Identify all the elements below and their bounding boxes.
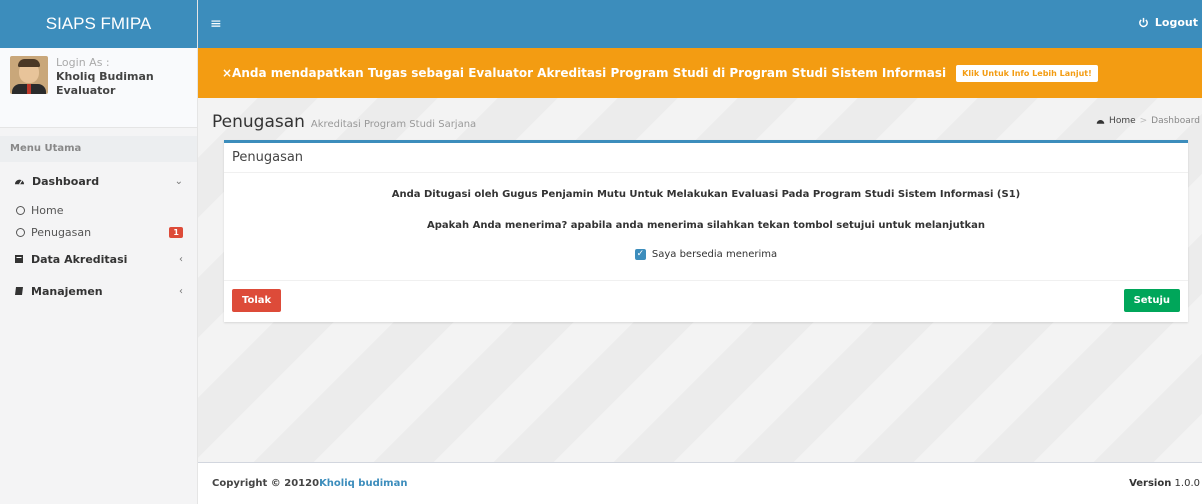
menu-header: Menu Utama bbox=[0, 136, 197, 162]
login-as-label: Login As : bbox=[56, 56, 110, 69]
user-name: Kholiq Budiman bbox=[56, 70, 154, 83]
sidebar-item-data-akreditasi[interactable]: Data Akreditasi ‹ bbox=[0, 246, 197, 272]
reject-button[interactable]: Tolak bbox=[232, 289, 282, 312]
page-title: Penugasan bbox=[212, 112, 305, 132]
sidebar-item-penugasan[interactable]: Penugasan 1 bbox=[0, 222, 197, 242]
main-content: Penugasan Akreditasi Program Studi Sarja… bbox=[198, 98, 1202, 462]
box-footer: Tolak Setuju bbox=[224, 280, 1188, 322]
avatar bbox=[10, 56, 48, 94]
sidebar-item-manajemen[interactable]: Manajemen ‹ bbox=[0, 278, 197, 304]
checkbox-label: Saya bersedia menerima bbox=[651, 249, 778, 260]
version: Version 1.0.0 bbox=[1129, 478, 1200, 489]
copyright: Copyright © 20120Kholiq budiman bbox=[212, 478, 407, 489]
accept-checkbox-row[interactable]: ✓ Saya bersedia menerima bbox=[224, 249, 1188, 260]
sidebar-item-label: Dashboard bbox=[32, 174, 100, 188]
accept-checkbox[interactable]: ✓ bbox=[634, 249, 646, 260]
sidebar-item-label: Data Akreditasi bbox=[31, 252, 128, 266]
user-role: Evaluator bbox=[56, 84, 116, 97]
sidebar-item-home[interactable]: Home bbox=[0, 200, 197, 220]
sidebar: SIAPS FMIPA Login As : Kholiq Budiman Ev… bbox=[0, 0, 198, 504]
page-subtitle: Akreditasi Program Studi Sarjana bbox=[310, 119, 477, 130]
chevron-left-icon: ‹ bbox=[179, 253, 183, 265]
chevron-left-icon: ‹ bbox=[179, 285, 183, 297]
dashboard-icon bbox=[14, 179, 25, 185]
logout-button[interactable]: Logout bbox=[1138, 16, 1198, 29]
version-label: Version bbox=[1129, 478, 1172, 489]
notification-badge: 1 bbox=[169, 226, 183, 238]
breadcrumb-current: Dashboard bbox=[1151, 116, 1200, 126]
more-info-button[interactable]: Klik Untuk Info Lebih Lanjut! bbox=[956, 64, 1098, 82]
menu-toggle-icon[interactable]: ≡ bbox=[210, 16, 222, 32]
top-navbar: ≡ Logout bbox=[198, 0, 1202, 48]
assignment-notice: ×Anda mendapatkan Tugas sebagai Evaluato… bbox=[198, 48, 1202, 98]
page-footer: Copyright © 20120Kholiq budiman Version … bbox=[198, 462, 1202, 504]
chevron-down-icon: ⌄ bbox=[174, 175, 183, 187]
box-body: Anda Ditugasi oleh Gugus Penjamin Mutu U… bbox=[224, 189, 1188, 260]
confirmation-question: Apakah Anda menerima? apabila anda mener… bbox=[426, 220, 985, 231]
circle-icon bbox=[16, 205, 25, 215]
accept-button[interactable]: Setuju bbox=[1123, 289, 1180, 312]
copyright-text: Copyright © 20120 bbox=[212, 478, 320, 489]
assignment-box: Penugasan Anda Ditugasi oleh Gugus Penja… bbox=[224, 140, 1188, 322]
sidebar-item-dashboard[interactable]: Dashboard ⌄ bbox=[0, 168, 197, 194]
user-info: Login As : Kholiq Budiman Evaluator bbox=[56, 56, 154, 98]
sidebar-item-label: Manajemen bbox=[31, 284, 103, 298]
version-value: 1.0.0 bbox=[1174, 478, 1200, 489]
assignment-message: Anda Ditugasi oleh Gugus Penjamin Mutu U… bbox=[391, 189, 1021, 200]
power-icon bbox=[1139, 17, 1148, 28]
circle-icon bbox=[16, 227, 25, 237]
book-icon bbox=[15, 287, 23, 295]
sidebar-item-label: Penugasan bbox=[31, 225, 92, 239]
logout-label: Logout bbox=[1154, 16, 1198, 29]
dashboard-icon bbox=[1096, 119, 1105, 124]
author-link[interactable]: Kholiq budiman bbox=[319, 478, 407, 489]
breadcrumb-separator: > bbox=[1139, 116, 1148, 126]
box-title: Penugasan bbox=[224, 143, 1188, 173]
notice-text[interactable]: ×Anda mendapatkan Tugas sebagai Evaluato… bbox=[222, 66, 946, 80]
content-header: Penugasan Akreditasi Program Studi Sarja… bbox=[212, 112, 476, 132]
sidebar-item-label: Home bbox=[31, 203, 64, 217]
app-logo[interactable]: SIAPS FMIPA bbox=[0, 0, 197, 48]
user-panel: Login As : Kholiq Budiman Evaluator bbox=[0, 48, 197, 128]
book-icon bbox=[15, 255, 23, 263]
breadcrumb-home[interactable]: Home bbox=[1109, 116, 1136, 126]
breadcrumb: Home > Dashboard bbox=[1096, 116, 1200, 126]
